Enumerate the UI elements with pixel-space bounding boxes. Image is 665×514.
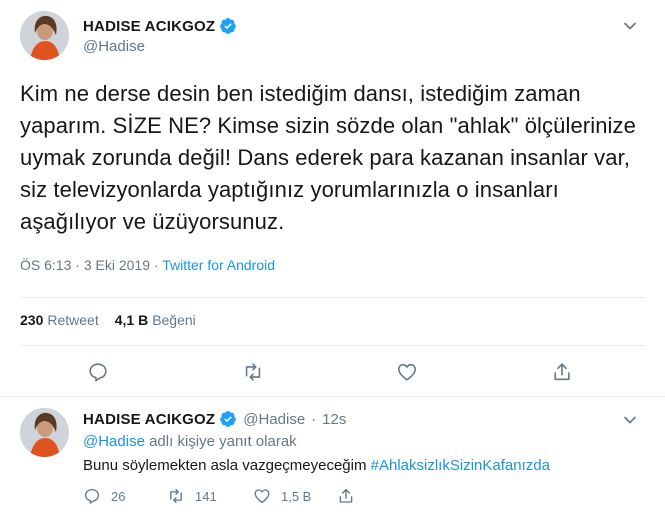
author-name[interactable]: HADISE ACIKGOZ <box>83 18 215 35</box>
reply-count: 26 <box>111 488 126 504</box>
heart-icon[interactable] <box>396 361 418 383</box>
reply-time[interactable]: 12s <box>322 411 346 428</box>
reply-share-button[interactable] <box>337 487 421 505</box>
retweet-icon <box>170 488 182 504</box>
avatar[interactable] <box>20 11 69 60</box>
meta-separator: · <box>153 257 159 273</box>
like-label: Beğeni <box>152 312 196 328</box>
reply-body: Bunu söylemekten asla vazgeçmeyeceğim <box>83 457 367 474</box>
reply-reply-button[interactable]: 26 <box>83 487 167 505</box>
hashtag-link[interactable]: #AhlaksizlıkSizinKafanızda <box>371 457 550 474</box>
tweet-text: Kim ne derse desin ben istediğim dansı, … <box>20 81 636 234</box>
tweet-stats: 230 Retweet 4,1 B Beğeni <box>20 312 196 328</box>
reply-retweet-button[interactable]: 141 <box>167 487 253 505</box>
share-icon[interactable] <box>551 361 573 383</box>
tweet-meta: ÖS 6:13 · 3 Eki 2019 · Twitter for Andro… <box>20 257 275 273</box>
divider <box>20 297 645 298</box>
reply-like-count: 1,5 B <box>281 488 312 504</box>
tweet-date[interactable]: 3 Eki 2019 <box>84 257 150 273</box>
reply-context: @Hadise adlı kişiye yanıt olarak <box>83 433 297 450</box>
reply-icon <box>84 488 100 504</box>
retweet-label: Retweet <box>47 312 99 328</box>
reply-author-row: HADISE ACIKGOZ @Hadise · 12s <box>83 410 346 428</box>
divider <box>20 345 645 346</box>
verified-badge-icon <box>219 17 237 35</box>
reply-author-handle[interactable]: @Hadise <box>243 411 305 428</box>
reply-like-button[interactable]: 1,5 B <box>253 487 337 505</box>
chevron-down-icon[interactable] <box>623 413 637 427</box>
reply-icon[interactable] <box>87 361 109 383</box>
author-row: HADISE ACIKGOZ <box>83 17 237 35</box>
main-tweet: HADISE ACIKGOZ @Hadise Kim ne derse desi… <box>0 0 665 396</box>
tweet-source[interactable]: Twitter for Android <box>162 257 275 273</box>
retweet-icon[interactable] <box>242 361 264 383</box>
reply-mention-link[interactable]: @Hadise <box>83 433 145 450</box>
like-stat[interactable]: 4,1 B Beğeni <box>115 312 196 328</box>
reply-context-text: adlı kişiye yanıt olarak <box>149 433 297 450</box>
heart-icon <box>254 489 270 504</box>
reply-separator: · <box>311 410 317 428</box>
like-count: 4,1 B <box>114 312 149 328</box>
tweet-actions <box>0 361 665 385</box>
reply-text: Bunu söylemekten asla vazgeçmeyeceğim #A… <box>83 457 550 474</box>
tweet-time[interactable]: ÖS 6:13 <box>20 257 71 273</box>
share-icon <box>339 488 353 503</box>
reply-avatar[interactable] <box>20 408 69 457</box>
meta-separator: · <box>75 257 80 273</box>
reply-retweet-count: 141 <box>195 488 217 504</box>
reply-actions: 26 141 1,5 B <box>83 487 421 505</box>
reply-author-name[interactable]: HADISE ACIKGOZ <box>83 411 215 428</box>
retweet-count: 230 <box>20 312 44 328</box>
chevron-down-icon[interactable] <box>623 19 637 33</box>
divider <box>0 396 665 397</box>
verified-badge-icon <box>219 410 237 428</box>
author-handle[interactable]: @Hadise <box>83 38 145 55</box>
retweet-stat[interactable]: 230 Retweet <box>20 312 99 328</box>
